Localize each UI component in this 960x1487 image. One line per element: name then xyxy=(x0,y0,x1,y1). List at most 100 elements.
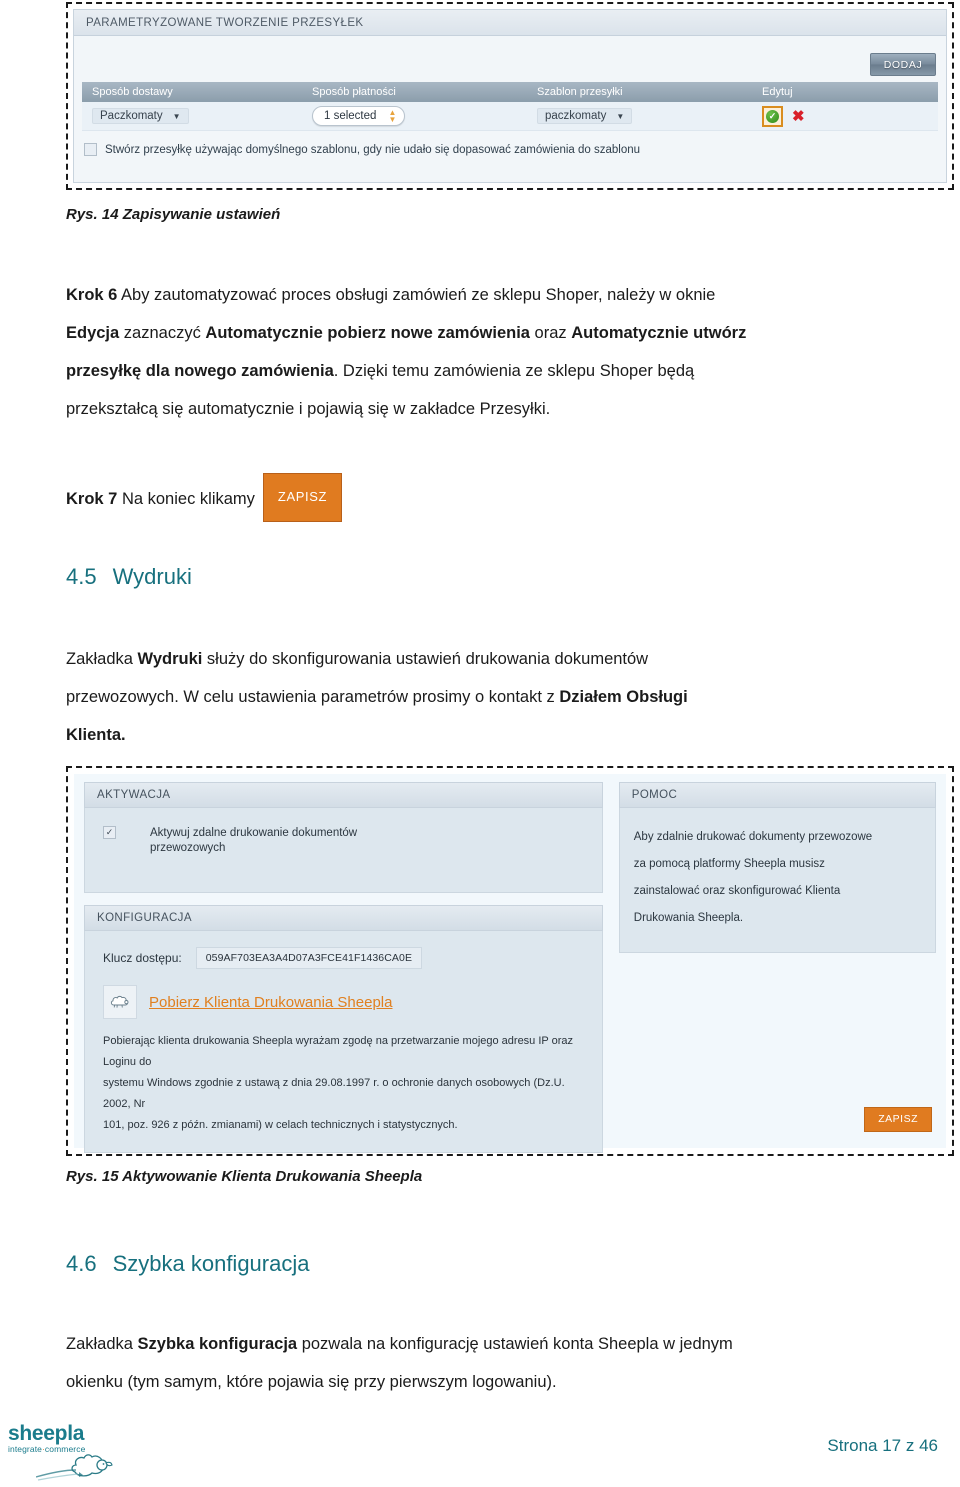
help-card-header: POMOC xyxy=(618,782,936,808)
chevron-down-icon: ▼ xyxy=(616,111,625,121)
configuration-card-header: KONFIGURACJA xyxy=(84,905,603,931)
s45-l1c: służy do skonfigurowania ustawień drukow… xyxy=(202,650,649,668)
step-6-line-4: przekształcą się automatycznie i pojawią… xyxy=(66,400,551,418)
payment-method-multiselect[interactable]: 1 selected ▲ ▼ xyxy=(312,106,406,126)
remote-printing-label-line2: przewozowych xyxy=(150,842,226,854)
figure-14-caption: Rys. 14 Zapisywanie ustawień xyxy=(66,206,281,223)
section-4-6-line-2: okienku (tym samym, które pojawia się pr… xyxy=(66,1373,557,1391)
sheepla-printing-panel: AKTYWACJA Aktywuj zdalne drukowanie doku… xyxy=(74,774,946,1153)
section-4-6-paragraph: Zakładka Szybka konfiguracja pozwala na … xyxy=(66,1325,956,1401)
section-4-5-title: Wydruki xyxy=(112,564,192,589)
download-sheepla-client-link[interactable]: Pobierz Klienta Drukowania Sheepla xyxy=(149,994,392,1011)
legal-line-3: 101, poz. 926 z późn. zmianami) w celach… xyxy=(103,1119,458,1131)
panel-title: PARAMETRYZOWANE TWORZENIE PRZESYŁEK xyxy=(74,10,946,36)
section-4-5-number: 4.5 xyxy=(66,564,97,589)
help-card: POMOC Aby zdalnie drukować dokumenty prz… xyxy=(618,782,936,953)
column-header-edit: Edytuj xyxy=(762,86,793,98)
save-button[interactable]: ZAPISZ xyxy=(262,473,343,522)
step-6-edycja: Edycja xyxy=(66,324,120,342)
delivery-method-value: Paczkomaty xyxy=(100,110,163,122)
table-header-row: Sposób dostawy Sposób płatności Szablon … xyxy=(82,82,938,102)
column-header-payment-method: Sposób płatności xyxy=(312,86,396,98)
cell-shipment-template: paczkomaty ▼ xyxy=(527,108,752,124)
figure-14-screenshot: PARAMETRYZOWANE TWORZENIE PRZESYŁEK DODA… xyxy=(66,2,954,190)
help-line-3: zainstalować oraz skonfigurować Klienta xyxy=(633,885,841,897)
sheep-mascot-icon xyxy=(35,1454,113,1481)
section-4-5-paragraph: Zakładka Wydruki służy do skonfigurowani… xyxy=(66,640,956,754)
step-6-label: Krok 6 xyxy=(66,286,118,304)
legal-consent-text: Pobierając klienta drukowania Sheepla wy… xyxy=(97,1025,590,1138)
step-7-label: Krok 7 xyxy=(66,489,118,508)
figure-15-caption: Rys. 15 Aktywowanie Klienta Drukowania S… xyxy=(66,1168,423,1185)
configuration-card-body: Klucz dostępu: 059AF703EA3A4D07A3FCE41F1… xyxy=(84,931,603,1153)
remote-printing-label-line1: Aktywuj zdalne drukowanie dokumentów xyxy=(150,827,358,839)
s45-l2a: przewozowych. W celu ustawienia parametr… xyxy=(66,688,560,706)
column-header-shipment-template: Szablon przesyłki xyxy=(537,86,623,98)
chevron-down-icon: ▼ xyxy=(172,111,181,121)
section-4-6-heading: 4.6 Szybka konfiguracja xyxy=(66,1251,309,1277)
step-6-line-1-text: Aby zautomatyzować proces obsługi zamówi… xyxy=(117,286,716,304)
step-6-auto-fetch: Automatycznie pobierz nowe zamówienia xyxy=(205,324,530,342)
help-line-1: Aby zdalnie drukować dokumenty przewozow… xyxy=(633,831,873,843)
shipment-template-select[interactable]: paczkomaty ▼ xyxy=(537,108,633,124)
access-key-label: Klucz dostępu: xyxy=(103,951,182,965)
download-client-row[interactable]: Pobierz Klienta Drukowania Sheepla xyxy=(97,971,590,1025)
remote-printing-checkbox[interactable] xyxy=(103,826,116,839)
sheep-cloud-icon xyxy=(103,985,137,1019)
shipment-template-value: paczkomaty xyxy=(545,110,607,122)
panel-save-button[interactable]: ZAPISZ xyxy=(864,1107,932,1132)
right-column: POMOC Aby zdalnie drukować dokumenty prz… xyxy=(618,782,936,1138)
help-line-2: za pomocą platformy Sheepla musisz xyxy=(633,858,825,870)
step-6-line-3-text: . Dzięki temu zamówienia ze sklepu Shope… xyxy=(333,362,695,380)
step-6-line-2-text-b: oraz xyxy=(529,324,572,342)
activation-card-header: AKTYWACJA xyxy=(84,782,603,808)
step-6-paragraph: Krok 6 Aby zautomatyzować proces obsługi… xyxy=(66,276,956,428)
step-6-line-2-text-a: zaznaczyć xyxy=(119,324,206,342)
default-template-checkbox[interactable] xyxy=(84,143,97,156)
sheepla-logo: sheepla integrate·commerce xyxy=(8,1422,158,1481)
payment-method-value: 1 selected xyxy=(324,110,377,122)
section-4-5-line-1: Zakładka Wydruki służy do skonfigurowani… xyxy=(66,640,956,678)
access-key-field[interactable]: 059AF703EA3A4D07A3FCE41F1436CA0E xyxy=(195,947,423,969)
step-6-auto-create-cont: przesyłkę dla nowego zamówienia xyxy=(66,362,334,380)
default-template-checkbox-row[interactable]: Stwórz przesyłkę używając domyślnego sza… xyxy=(84,143,640,156)
delivery-method-select[interactable]: Paczkomaty ▼ xyxy=(92,108,189,124)
section-4-5-heading: 4.5 Wydruki xyxy=(66,564,192,590)
table-row: Paczkomaty ▼ 1 selected ▲ ▼ paczkomaty ▼… xyxy=(82,102,938,131)
figure-15-screenshot: AKTYWACJA Aktywuj zdalne drukowanie doku… xyxy=(66,766,954,1156)
activation-checkbox-row[interactable]: Aktywuj zdalne drukowanie dokumentów prz… xyxy=(97,822,590,878)
step-6-line-1: Krok 6 Aby zautomatyzować proces obsługi… xyxy=(66,276,956,314)
check-circle-icon[interactable]: ✓ xyxy=(762,105,783,127)
document-page: PARAMETRYZOWANE TWORZENIE PRZESYŁEK DODA… xyxy=(0,0,960,1484)
panel-body: DODAJ Sposób dostawy Sposób płatności Sz… xyxy=(74,36,946,182)
logo-wordmark: sheepla xyxy=(8,1422,85,1445)
step-7-paragraph: Krok 7 Na koniec klikamy ZAPISZ xyxy=(66,473,343,524)
s45-wydruki-bold: Wydruki xyxy=(137,650,203,668)
activation-card-body: Aktywuj zdalne drukowanie dokumentów prz… xyxy=(84,808,603,893)
s46-l1c: pozwala na konfigurację ustawień konta S… xyxy=(297,1335,733,1353)
help-line-4: Drukowania Sheepla. xyxy=(633,912,744,924)
x-mark-icon[interactable]: ✖ xyxy=(792,109,805,124)
shipment-parametrization-panel: PARAMETRYZOWANE TWORZENIE PRZESYŁEK DODA… xyxy=(73,9,947,183)
access-key-row: Klucz dostępu: 059AF703EA3A4D07A3FCE41F1… xyxy=(97,945,590,971)
s45-dzial-obslugi-bold: Działem Obsługi xyxy=(559,688,688,706)
s46-l1a: Zakładka xyxy=(66,1335,138,1353)
add-button[interactable]: DODAJ xyxy=(870,53,936,76)
cell-delivery-method: Paczkomaty ▼ xyxy=(82,108,302,124)
section-4-5-line-3: Klienta. xyxy=(66,716,956,754)
column-header-delivery-method: Sposób dostawy xyxy=(92,86,173,98)
shipment-rules-table: Sposób dostawy Sposób płatności Szablon … xyxy=(82,82,938,131)
step-6-auto-create: Automatycznie utwórz xyxy=(571,324,747,342)
section-4-6-title: Szybka konfiguracja xyxy=(112,1251,310,1276)
activation-card: AKTYWACJA Aktywuj zdalne drukowanie doku… xyxy=(84,782,603,893)
help-card-body: Aby zdalnie drukować dokumenty przewozow… xyxy=(618,808,936,953)
remote-printing-label: Aktywuj zdalne drukowanie dokumentów prz… xyxy=(150,826,357,856)
section-4-5-line-2: przewozowych. W celu ustawienia parametr… xyxy=(66,678,956,716)
s45-klienta-bold: Klienta. xyxy=(66,726,126,744)
legal-line-2: systemu Windows zgodnie z ustawą z dnia … xyxy=(103,1077,565,1110)
cell-payment-method: 1 selected ▲ ▼ xyxy=(302,106,527,126)
step-6-line-3: przesyłkę dla nowego zamówienia. Dzięki … xyxy=(66,352,956,390)
cell-edit-actions: ✓ ✖ xyxy=(752,105,938,127)
left-column: AKTYWACJA Aktywuj zdalne drukowanie doku… xyxy=(84,782,603,1153)
section-4-6-line-1: Zakładka Szybka konfiguracja pozwala na … xyxy=(66,1325,956,1363)
